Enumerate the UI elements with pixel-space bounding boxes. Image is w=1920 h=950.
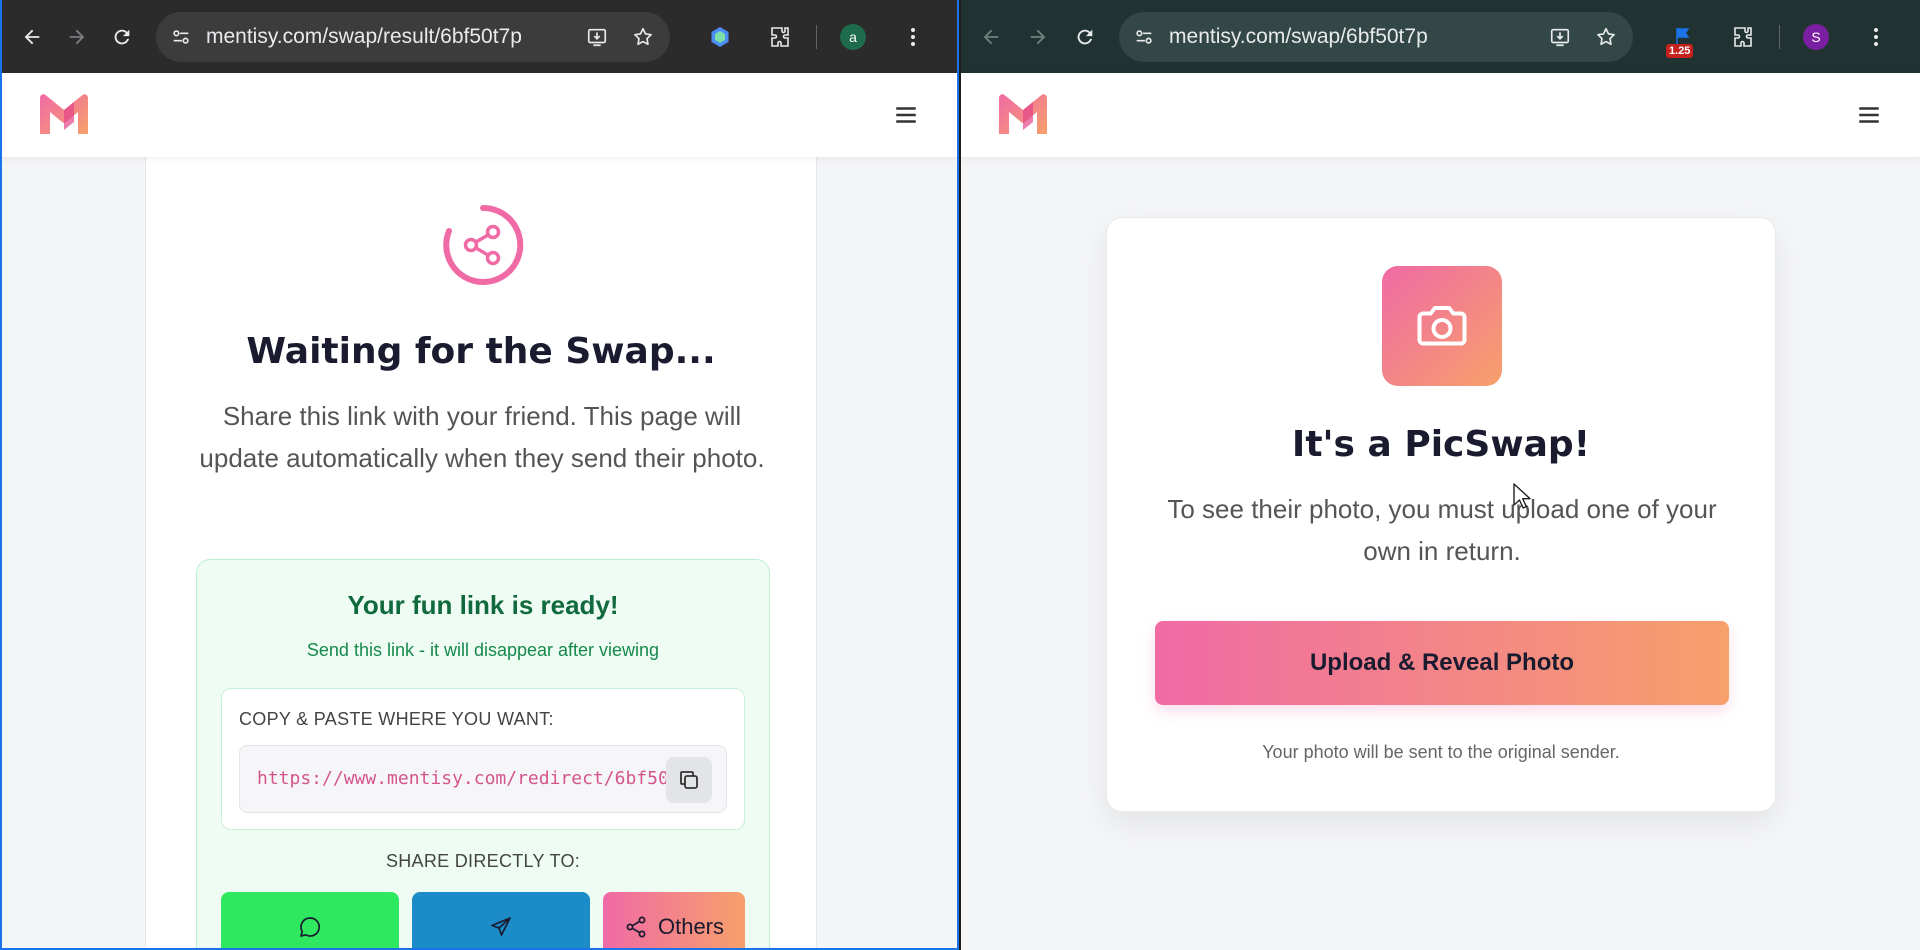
share-others-label: Others — [657, 914, 725, 939]
toolbar-separator — [1779, 24, 1781, 49]
extension-badge: 1.25 — [1666, 43, 1694, 58]
copy-icon — [680, 771, 698, 789]
kebab-menu-icon — [1874, 27, 1879, 46]
upload-footnote: Your photo will be sent to the original … — [1262, 742, 1620, 762]
arrow-right-icon — [69, 29, 85, 44]
arrow-left-icon — [983, 29, 999, 44]
link-ready-panel: Your fun link is ready! Send this link -… — [196, 559, 770, 948]
site-settings-icon[interactable] — [1133, 26, 1155, 48]
right-browser-window: mentisy.com/swap/6bf50t7p 1.25 S It's a … — [961, 0, 1920, 950]
profile-avatar-button[interactable]: a — [836, 20, 870, 54]
toolbar-separator — [815, 24, 817, 49]
share-directly-label: SHARE DIRECTLY TO: — [385, 851, 581, 871]
hamburger-icon — [896, 107, 916, 123]
browser-toolbar: mentisy.com/swap/6bf50t7p 1.25 S — [961, 0, 1920, 73]
copy-link-button[interactable] — [666, 757, 712, 803]
bookmark-star-icon[interactable] — [630, 24, 656, 50]
camera-tile — [1382, 266, 1502, 386]
extension-hexagon-icon[interactable] — [703, 20, 737, 54]
mouse-cursor-icon — [1513, 483, 1531, 509]
upload-reveal-button[interactable]: Upload & Reveal Photo — [1155, 621, 1729, 705]
reload-button[interactable] — [107, 17, 138, 57]
profile-avatar-button[interactable]: S — [1799, 20, 1833, 54]
share-buttons-row: Others — [221, 892, 745, 948]
kebab-menu-icon — [910, 27, 915, 46]
share-whatsapp-button[interactable] — [221, 892, 399, 948]
site-header — [961, 73, 1920, 157]
reload-icon — [114, 29, 130, 44]
install-app-icon[interactable] — [584, 24, 610, 50]
forward-button[interactable] — [1022, 17, 1055, 57]
browser-menu-button[interactable] — [1859, 20, 1893, 54]
page-title: Waiting for the Swap... — [246, 331, 716, 372]
share-telegram-button[interactable] — [412, 892, 590, 948]
avatar: S — [1803, 23, 1830, 50]
chat-bubble-icon — [300, 917, 321, 937]
arrow-left-icon — [24, 29, 39, 44]
back-button[interactable] — [975, 17, 1008, 57]
extensions-puzzle-icon[interactable] — [763, 20, 797, 54]
hamburger-menu-button[interactable] — [1852, 98, 1886, 132]
copy-link-box: COPY & PASTE WHERE YOU WANT: https://www… — [221, 688, 745, 830]
left-browser-window: mentisy.com/swap/result/6bf50t7p a Waiti… — [0, 0, 959, 950]
browser-toolbar: mentisy.com/swap/result/6bf50t7p a — [2, 0, 957, 73]
extensions-puzzle-icon[interactable] — [1726, 20, 1760, 54]
share-others-button[interactable]: Others — [603, 892, 745, 948]
extensions-area: a — [690, 20, 943, 54]
extensions-area: 1.25 S — [1653, 20, 1906, 58]
back-button[interactable] — [16, 17, 47, 57]
hamburger-menu-button[interactable] — [889, 98, 923, 132]
page-description: Share this link with your friend. This p… — [199, 401, 765, 473]
url-text[interactable]: mentisy.com/swap/result/6bf50t7p — [206, 25, 564, 49]
share-url-text[interactable]: https://www.mentisy.com/redirect/6bf50t7… — [257, 768, 701, 789]
arrow-right-icon — [1030, 29, 1046, 44]
page-description: To see their photo, you must upload one … — [1167, 494, 1717, 566]
send-plane-icon — [491, 917, 511, 936]
reload-icon — [1077, 29, 1093, 44]
site-settings-icon[interactable] — [170, 26, 192, 48]
extension-flag-icon[interactable]: 1.25 — [1666, 20, 1700, 58]
waiting-card: Waiting for the Swap... Share this link … — [145, 157, 817, 948]
install-app-icon[interactable] — [1547, 24, 1573, 50]
forward-button[interactable] — [61, 17, 92, 57]
address-bar[interactable]: mentisy.com/swap/6bf50t7p — [1119, 11, 1634, 62]
hamburger-icon — [1859, 107, 1879, 123]
avatar: a — [839, 23, 866, 50]
share-url-field[interactable]: https://www.mentisy.com/redirect/6bf50t7… — [239, 745, 727, 813]
browser-menu-button[interactable] — [896, 20, 930, 54]
bookmark-star-icon[interactable] — [1593, 24, 1619, 50]
copy-label: COPY & PASTE WHERE YOU WANT: — [239, 709, 554, 729]
mentisy-logo[interactable] — [995, 88, 1051, 142]
link-ready-title: Your fun link is ready! — [347, 590, 619, 620]
share-nodes-icon — [626, 916, 646, 938]
camera-icon — [1417, 306, 1467, 346]
share-loading-icon — [443, 204, 524, 285]
page-title: It's a PicSwap! — [1291, 424, 1591, 465]
address-bar[interactable]: mentisy.com/swap/result/6bf50t7p — [155, 11, 670, 62]
picswap-card: It's a PicSwap! To see their photo, you … — [1106, 217, 1776, 812]
site-header — [2, 73, 957, 157]
mentisy-logo[interactable] — [36, 88, 92, 142]
url-text[interactable]: mentisy.com/swap/6bf50t7p — [1169, 25, 1527, 49]
reload-button[interactable] — [1068, 17, 1101, 57]
link-ready-subtitle: Send this link - it will disappear after… — [306, 640, 660, 660]
